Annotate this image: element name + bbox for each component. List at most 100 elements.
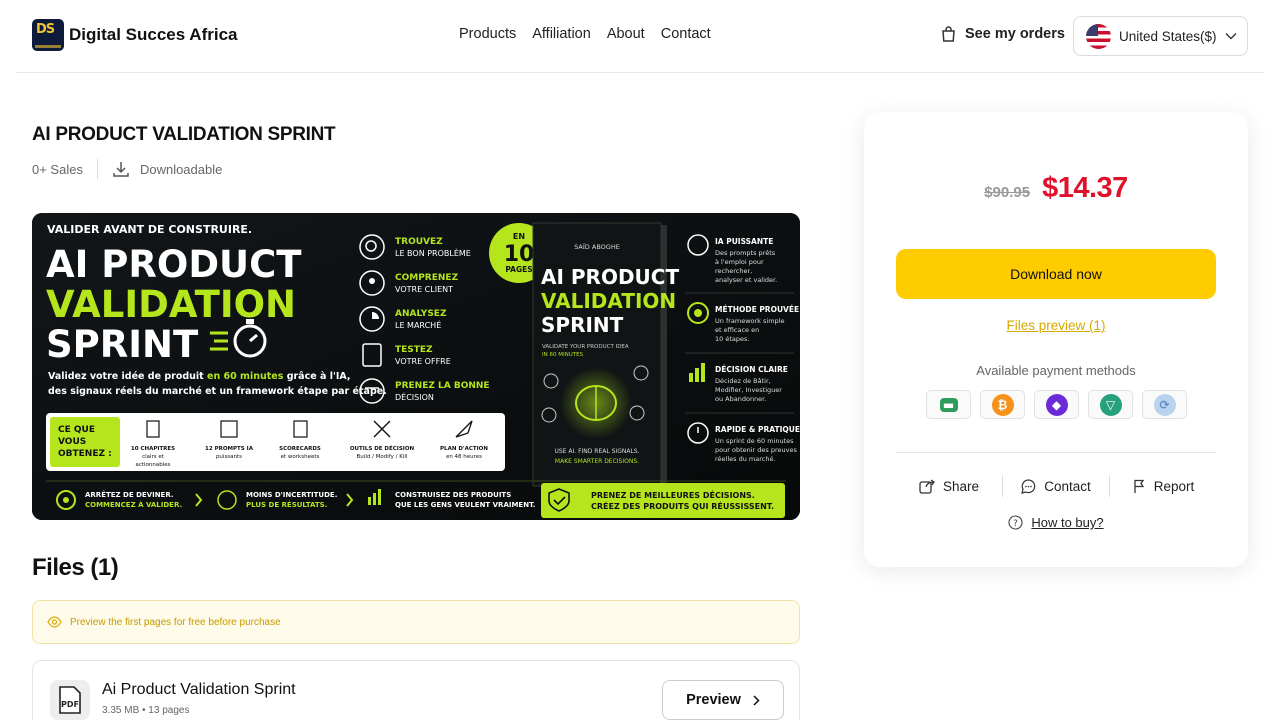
svg-text:PAGES: PAGES <box>505 265 532 274</box>
svg-text:ou Abandonner.: ou Abandonner. <box>715 395 766 403</box>
what-you-get-box: CE QUE VOUS OBTENEZ : 10 CHAPITRES clair… <box>46 413 505 471</box>
svg-text:DÉCISION CLAIRE: DÉCISION CLAIRE <box>715 365 788 374</box>
svg-text:VOTRE CLIENT: VOTRE CLIENT <box>395 285 453 294</box>
country-selector[interactable]: United States($) <box>1073 16 1248 56</box>
svg-text:?: ? <box>1013 519 1018 529</box>
svg-text:Un sprint de 60 minutes: Un sprint de 60 minutes <box>715 437 794 445</box>
eye-icon <box>47 616 62 628</box>
product-title: AI PRODUCT VALIDATION SPRINT <box>32 124 336 145</box>
svg-text:AI PRODUCT: AI PRODUCT <box>541 265 679 289</box>
svg-text:Build / Modify / Kill: Build / Modify / Kill <box>357 454 408 460</box>
chevron-down-icon <box>1225 33 1237 40</box>
svg-text:Modifier, Investiguer: Modifier, Investiguer <box>715 386 782 394</box>
svg-text:LE MARCHÉ: LE MARCHÉ <box>395 319 441 330</box>
svg-text:SAÏD ABOGHE: SAÏD ABOGHE <box>574 242 620 251</box>
how-to-buy-link[interactable]: ? How to buy? <box>864 515 1248 530</box>
svg-text:ANALYSEZ: ANALYSEZ <box>395 309 447 319</box>
banner-line3: SPRINT <box>46 323 199 366</box>
card-icon: ▬ <box>926 390 971 419</box>
payment-methods: ▬ ₿ ◆ ▽ ⟳ <box>926 390 1187 419</box>
download-now-button[interactable]: Download now <box>896 249 1216 299</box>
svg-text:et efficace en: et efficace en <box>715 326 759 334</box>
svg-text:VALIDATION: VALIDATION <box>541 289 676 313</box>
report-button[interactable]: Report <box>1110 479 1216 494</box>
nav-contact[interactable]: Contact <box>661 26 711 42</box>
svg-text:TESTEZ: TESTEZ <box>395 345 433 355</box>
current-price: $14.37 <box>1042 172 1128 204</box>
banner-line1: AI PRODUCT <box>46 243 302 286</box>
payment-methods-label: Available payment methods <box>976 363 1136 378</box>
svg-text:CRÉEZ DES PRODUITS QUI RÉUSSIS: CRÉEZ DES PRODUITS QUI RÉUSSISSENT. <box>591 500 774 511</box>
svg-text:IN 60 MINUTES: IN 60 MINUTES <box>542 352 584 358</box>
svg-text:Des prompts prêts: Des prompts prêts <box>715 249 776 257</box>
svg-text:10 CHAPITRES: 10 CHAPITRES <box>131 446 175 452</box>
pdf-file-icon: PDF <box>50 680 90 720</box>
nav-affiliation[interactable]: Affiliation <box>532 26 591 42</box>
svg-text:ARRÊTEZ DE DEVINER.: ARRÊTEZ DE DEVINER. <box>85 490 174 499</box>
svg-text:QUE LES GENS VEULENT VRAIMENT.: QUE LES GENS VEULENT VRAIMENT. <box>395 501 535 509</box>
svg-text:OBTENEZ :: OBTENEZ : <box>58 449 112 459</box>
file-item: PDF Ai Product Validation Sprint 3.35 MB… <box>32 660 800 720</box>
svg-text:clairs et: clairs et <box>142 454 165 460</box>
svg-text:à l'emploi pour: à l'emploi pour <box>715 258 764 266</box>
see-orders-link[interactable]: See my orders <box>941 26 1065 42</box>
svg-text:COMMENCEZ À VALIDER.: COMMENCEZ À VALIDER. <box>85 500 182 509</box>
stablecoin-icon: ⟳ <box>1142 390 1187 419</box>
help-icon: ? <box>1008 515 1023 530</box>
svg-text:12 PROMPTS IA: 12 PROMPTS IA <box>205 446 254 452</box>
preview-notice-text: Preview the first pages for free before … <box>70 616 281 628</box>
chevron-right-icon <box>753 694 760 706</box>
flag-icon <box>1134 479 1144 493</box>
svg-text:PLAN D'ACTION: PLAN D'ACTION <box>440 446 488 452</box>
banner-line2: VALIDATION <box>46 283 296 326</box>
svg-text:10: 10 <box>504 242 535 267</box>
nav-about[interactable]: About <box>607 26 645 42</box>
svg-text:10 étapes.: 10 étapes. <box>715 335 749 343</box>
files-heading: Files (1) <box>32 554 119 581</box>
brand[interactable]: DS Digital Succes Africa <box>32 19 238 51</box>
chat-icon <box>1021 478 1036 494</box>
files-preview-link[interactable]: Files preview (1) <box>864 318 1248 333</box>
product-meta: 0+ Sales Downloadable <box>32 159 222 179</box>
share-icon <box>919 478 935 494</box>
file-meta: 3.35 MB • 13 pages <box>102 705 190 716</box>
sales-count: 0+ Sales <box>32 161 83 177</box>
purchase-card: $90.95 $14.37 Download now Files preview… <box>864 112 1248 567</box>
country-label: United States($) <box>1119 28 1217 44</box>
svg-text:SPRINT: SPRINT <box>541 313 624 337</box>
book-mockup: SAÏD ABOGHE AI PRODUCT VALIDATION SPRINT… <box>532 222 679 487</box>
svg-text:EN: EN <box>513 232 525 241</box>
tether-icon: ▽ <box>1088 390 1133 419</box>
ethereum-icon: ◆ <box>1034 390 1079 419</box>
svg-text:TROUVEZ: TROUVEZ <box>395 237 443 247</box>
download-icon <box>113 162 129 177</box>
svg-text:PRENEZ DE MEILLEURES DÉCISIONS: PRENEZ DE MEILLEURES DÉCISIONS. <box>591 489 755 500</box>
svg-text:réelles du marché.: réelles du marché. <box>715 455 776 463</box>
svg-text:PDF: PDF <box>61 700 79 709</box>
svg-text:MÉTHODE PROUVÉE: MÉTHODE PROUVÉE <box>715 305 799 314</box>
svg-text:PRENEZ LA BONNE: PRENEZ LA BONNE <box>395 381 490 391</box>
nav-products[interactable]: Products <box>459 26 516 42</box>
brand-name: Digital Succes Africa <box>69 25 238 44</box>
us-flag-icon <box>1086 23 1111 49</box>
svg-text:Décidez de Bâtir,: Décidez de Bâtir, <box>715 377 771 385</box>
svg-text:CONSTRUISEZ DES PRODUITS: CONSTRUISEZ DES PRODUITS <box>395 491 511 499</box>
svg-text:OUTILS DE DÉCISION: OUTILS DE DÉCISION <box>350 444 415 452</box>
svg-text:PLUS DE RÉSULTATS.: PLUS DE RÉSULTATS. <box>246 500 327 509</box>
share-button[interactable]: Share <box>896 479 1002 494</box>
svg-text:en 48 heures: en 48 heures <box>446 454 482 460</box>
bitcoin-icon: ₿ <box>980 390 1025 419</box>
svg-text:rechercher,: rechercher, <box>715 267 752 275</box>
svg-text:CE QUE: CE QUE <box>58 425 95 435</box>
svg-text:et worksheets: et worksheets <box>281 454 320 460</box>
file-name: Ai Product Validation Sprint <box>102 681 296 698</box>
svg-text:COMPRENEZ: COMPRENEZ <box>395 273 459 283</box>
svg-text:LE BON PROBLÈME: LE BON PROBLÈME <box>395 247 471 258</box>
svg-text:analyser et valider.: analyser et valider. <box>715 276 777 284</box>
bag-icon <box>942 26 955 42</box>
contact-button[interactable]: Contact <box>1003 479 1109 494</box>
preview-button[interactable]: Preview <box>662 680 784 720</box>
old-price: $90.95 <box>984 184 1031 201</box>
svg-text:des signaux réels du marché et: des signaux réels du marché et un framew… <box>48 386 387 397</box>
svg-text:MOINS D'INCERTITUDE.: MOINS D'INCERTITUDE. <box>246 491 337 499</box>
